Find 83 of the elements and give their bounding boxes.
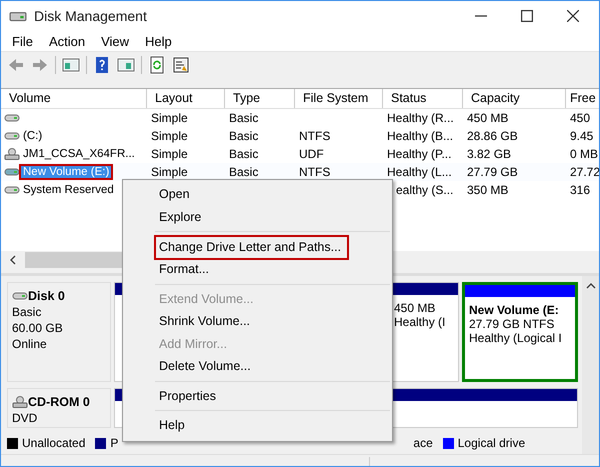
table-cell: 450 [570,111,590,125]
table-cell: Simple [151,165,188,179]
disk-detail: Basic [12,305,42,319]
column-header[interactable]: Free [566,89,599,108]
menu-option[interactable]: Format... [156,258,212,280]
close-icon[interactable] [567,10,579,22]
table-cell: 316 [570,183,590,197]
drive-name[interactable]: (C:) [21,130,44,142]
column-header[interactable]: Volume [1,89,147,108]
table-cell: 27.79 GB [467,165,518,179]
drive-icon [4,184,20,196]
table-cell: UDF [299,147,324,161]
scroll-up-icon[interactable] [586,282,596,290]
refresh-icon[interactable] [148,56,166,74]
drive-name[interactable]: System Reserved [21,184,116,196]
table-cell: 450 MB [467,111,508,125]
menu-option[interactable]: Change Drive Letter and Paths... [156,237,348,258]
disk-name: Disk 0 [28,289,65,303]
table-cell: NTFS [299,129,330,143]
panel-icon[interactable] [117,56,135,74]
partition-bar [390,283,458,295]
table-cell: Simple [151,129,188,143]
partition-text: 450 MB [394,301,436,315]
column-header[interactable]: Layout [147,89,225,108]
partition-text: 27.79 GB NTFS [469,317,556,331]
table-cell: 27.72 [570,165,599,179]
maximize-icon[interactable] [521,10,533,22]
menu-option[interactable]: Open [156,183,193,206]
table-cell: Healthy (B... [387,129,454,143]
table-cell: Healthy (L... [387,165,452,179]
scroll-left-icon[interactable] [9,255,17,265]
disk-name: CD-ROM 0 [28,395,90,409]
partition-text: New Volume (E: [469,303,560,317]
menu-item[interactable]: Help [145,34,172,48]
legend-label: Unallocated [22,436,86,450]
drive-icon [4,130,20,142]
column-header[interactable]: Capacity [463,89,566,108]
table-cell: Basic [229,129,258,143]
legend-label: Logical drive [458,436,526,450]
menu-option[interactable]: Shrink Volume... [156,310,254,332]
table-cell: Basic [229,147,258,161]
disk-detail: DVD [12,411,38,425]
table-cell: Basic [229,165,258,179]
menu-option[interactable]: Explore [156,206,204,228]
menu-option[interactable]: Properties [156,384,219,407]
properties-icon[interactable] [172,56,190,74]
legend-label: ace [413,436,433,450]
panel-icon[interactable] [62,56,80,74]
disk-detail: 60.00 GB [12,321,64,335]
table-cell: Healthy (P... [387,147,452,161]
menu-option[interactable]: Help [156,414,188,436]
menu-item[interactable]: View [101,34,130,48]
table-cell: 28.86 GB [467,129,518,143]
table-cell: Basic [229,111,258,125]
table-cell: Healthy (R... [387,111,454,125]
disk-detail: Online [12,337,48,351]
partition-text: Healthy (I [394,315,446,329]
table-cell: NTFS [299,165,330,179]
vertical-scrollbar[interactable] [582,276,599,454]
drive-icon [12,290,28,302]
drive-name[interactable]: JM1_CCSA_X64FR... [21,148,137,160]
table-cell: Simple [151,147,188,161]
table-cell: ealthy (S... [396,183,454,197]
column-header[interactable]: Status [383,89,463,108]
column-header[interactable]: File System [295,89,383,108]
table-cell: 0 MB [570,147,598,161]
column-header[interactable]: Type [225,89,295,108]
table-cell: 9.45 [570,129,594,143]
legend-label: P [110,436,118,450]
table-cell: 3.82 GB [467,147,512,161]
drive-icon [4,166,20,178]
table-cell: 350 MB [467,183,508,197]
drive-icon [4,112,20,124]
optical-drive-icon [4,148,20,160]
optical-drive-icon [12,396,28,408]
menu-item[interactable]: File [12,34,33,48]
partition-block[interactable]: New Volume (E: 27.79 GB NTFS Healthy (Logical I [462,282,578,382]
help-icon[interactable] [93,56,111,74]
partition-text: Healthy (Logical I [469,331,563,345]
menu-option[interactable]: Delete Volume... [156,355,254,378]
menu-item[interactable]: Action [48,34,86,48]
table-cell: Simple [151,111,188,125]
window-title: Disk Management [34,8,147,24]
